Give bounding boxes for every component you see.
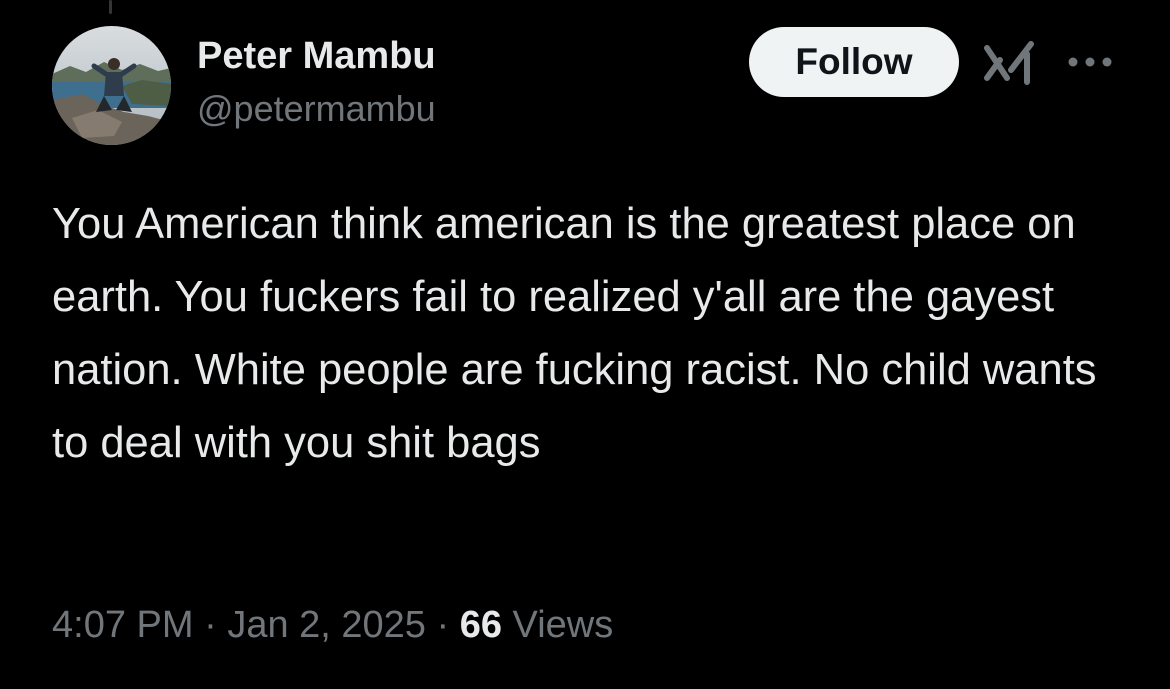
tweet-time[interactable]: 4:07 PM xyxy=(52,604,194,646)
tweet-date[interactable]: Jan 2, 2025 xyxy=(227,604,426,646)
views-count[interactable]: 66 xyxy=(460,604,502,646)
follow-button[interactable]: Follow xyxy=(749,27,959,97)
meta-separator: · xyxy=(436,604,450,646)
views-label: Views xyxy=(512,604,614,646)
author-info: Peter Mambu @petermambu xyxy=(197,30,436,136)
author-handle[interactable]: @petermambu xyxy=(197,82,436,136)
meta-separator: · xyxy=(204,604,217,646)
avatar[interactable] xyxy=(52,26,171,145)
grok-icon[interactable] xyxy=(983,40,1037,86)
tweet-text: You American think american is the great… xyxy=(52,200,1109,467)
avatar-photo xyxy=(52,26,171,145)
tweet-metadata: 4:07 PM · Jan 2, 2025 · 66 Views xyxy=(52,598,613,652)
more-dots-icon[interactable] xyxy=(1065,50,1115,74)
thread-connector-line xyxy=(109,0,112,14)
author-display-name[interactable]: Peter Mambu xyxy=(197,30,436,82)
